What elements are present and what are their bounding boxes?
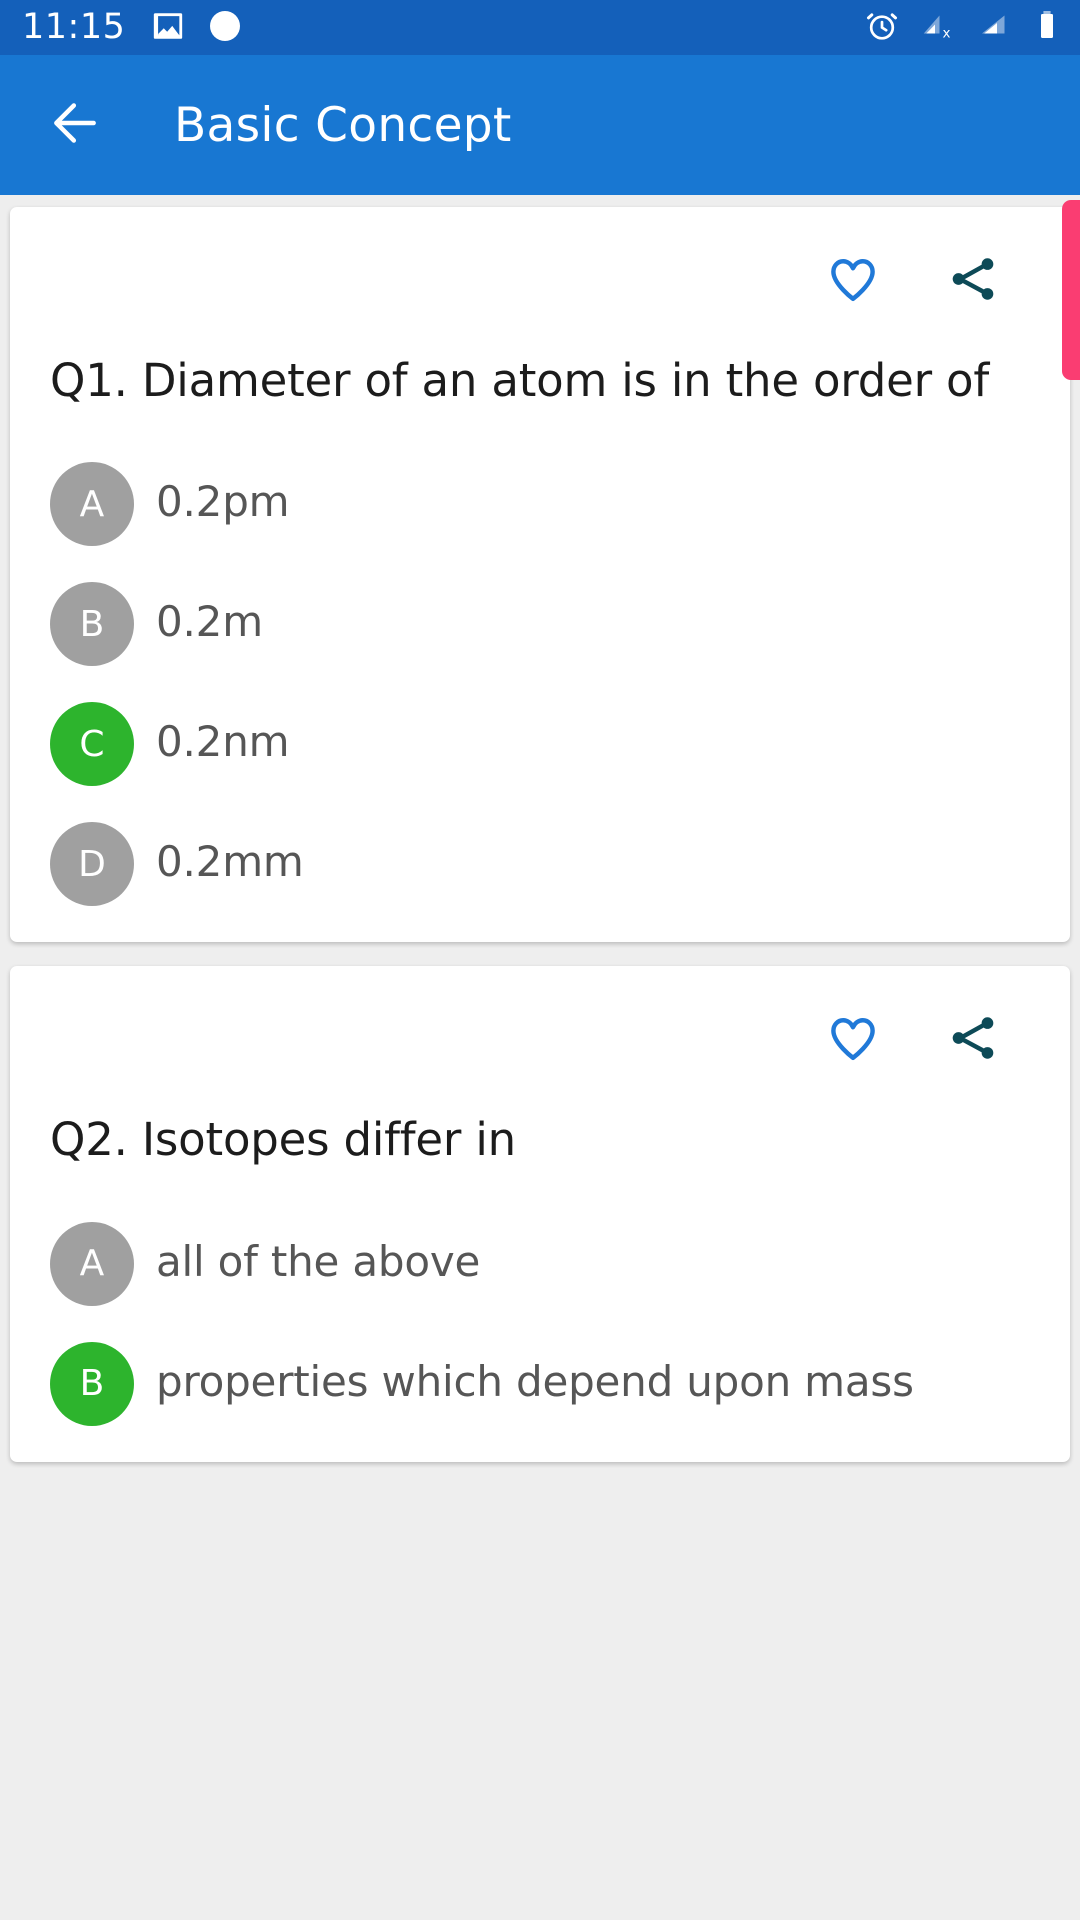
option-row[interactable]: A all of the above <box>50 1220 1030 1306</box>
option-badge: B <box>50 582 134 667</box>
card-action-row <box>50 992 1030 1088</box>
answer-options: A all of the above B properties which de… <box>50 1220 1030 1426</box>
circle-icon <box>207 8 243 48</box>
question-text: Q2. Isotopes differ in <box>50 1113 516 1167</box>
question-text: Q1. Diameter of an atom is in the order … <box>50 354 990 407</box>
share-icon <box>945 251 1001 311</box>
option-badge: A <box>50 462 134 547</box>
image-icon <box>151 9 185 47</box>
question-card: Q1. Diameter of an atom is in the order … <box>10 207 1070 943</box>
question-list[interactable]: Q1. Diameter of an atom is in the order … <box>0 195 1080 1920</box>
favorite-button[interactable] <box>824 1011 882 1069</box>
signal-bars-icon <box>976 8 1012 48</box>
app-bar: Basic Concept <box>0 55 1080 195</box>
question-card: Q2. Isotopes differ in A all of the abov… <box>10 966 1070 1462</box>
answer-options: A 0.2pm B 0.2m C 0.2nm D 0.2mm <box>50 460 1030 907</box>
back-button[interactable] <box>44 94 106 156</box>
alarm-icon <box>864 8 900 48</box>
status-bar-notification-icons <box>151 8 243 48</box>
option-label: all of the above <box>156 1236 481 1286</box>
option-row[interactable]: A 0.2pm <box>50 460 1030 547</box>
vertical-scrollbar-thumb[interactable] <box>1062 200 1080 380</box>
option-badge: A <box>50 1221 134 1306</box>
share-button[interactable] <box>944 1011 1002 1069</box>
status-bar-system-icons: x <box>864 8 1062 48</box>
favorite-button[interactable] <box>824 252 882 310</box>
status-bar: 11:15 x <box>0 0 1080 55</box>
option-row-correct[interactable]: C 0.2nm <box>50 700 1030 787</box>
share-icon <box>945 1010 1001 1070</box>
option-row[interactable]: B 0.2m <box>50 580 1030 667</box>
option-label: properties which depend upon mass <box>156 1356 914 1406</box>
heart-outline-icon <box>825 251 881 311</box>
option-label: 0.2m <box>156 597 263 647</box>
page-title: Basic Concept <box>174 97 512 153</box>
heart-outline-icon <box>825 1010 881 1070</box>
option-badge: C <box>50 702 134 787</box>
status-bar-clock: 11:15 <box>22 7 126 47</box>
svg-text:x: x <box>943 25 951 41</box>
option-badge: D <box>50 822 134 907</box>
option-label: 0.2nm <box>156 717 290 767</box>
option-badge: B <box>50 1341 134 1426</box>
option-row-correct[interactable]: B properties which depend upon mass <box>50 1340 1030 1426</box>
option-label: 0.2pm <box>156 477 290 527</box>
option-label: 0.2mm <box>156 837 304 887</box>
share-button[interactable] <box>944 252 1002 310</box>
back-arrow-icon <box>47 95 103 155</box>
signal-no-data-icon: x <box>920 8 956 48</box>
card-action-row <box>50 233 1030 329</box>
option-row[interactable]: D 0.2mm <box>50 820 1030 907</box>
battery-icon <box>1032 8 1062 48</box>
